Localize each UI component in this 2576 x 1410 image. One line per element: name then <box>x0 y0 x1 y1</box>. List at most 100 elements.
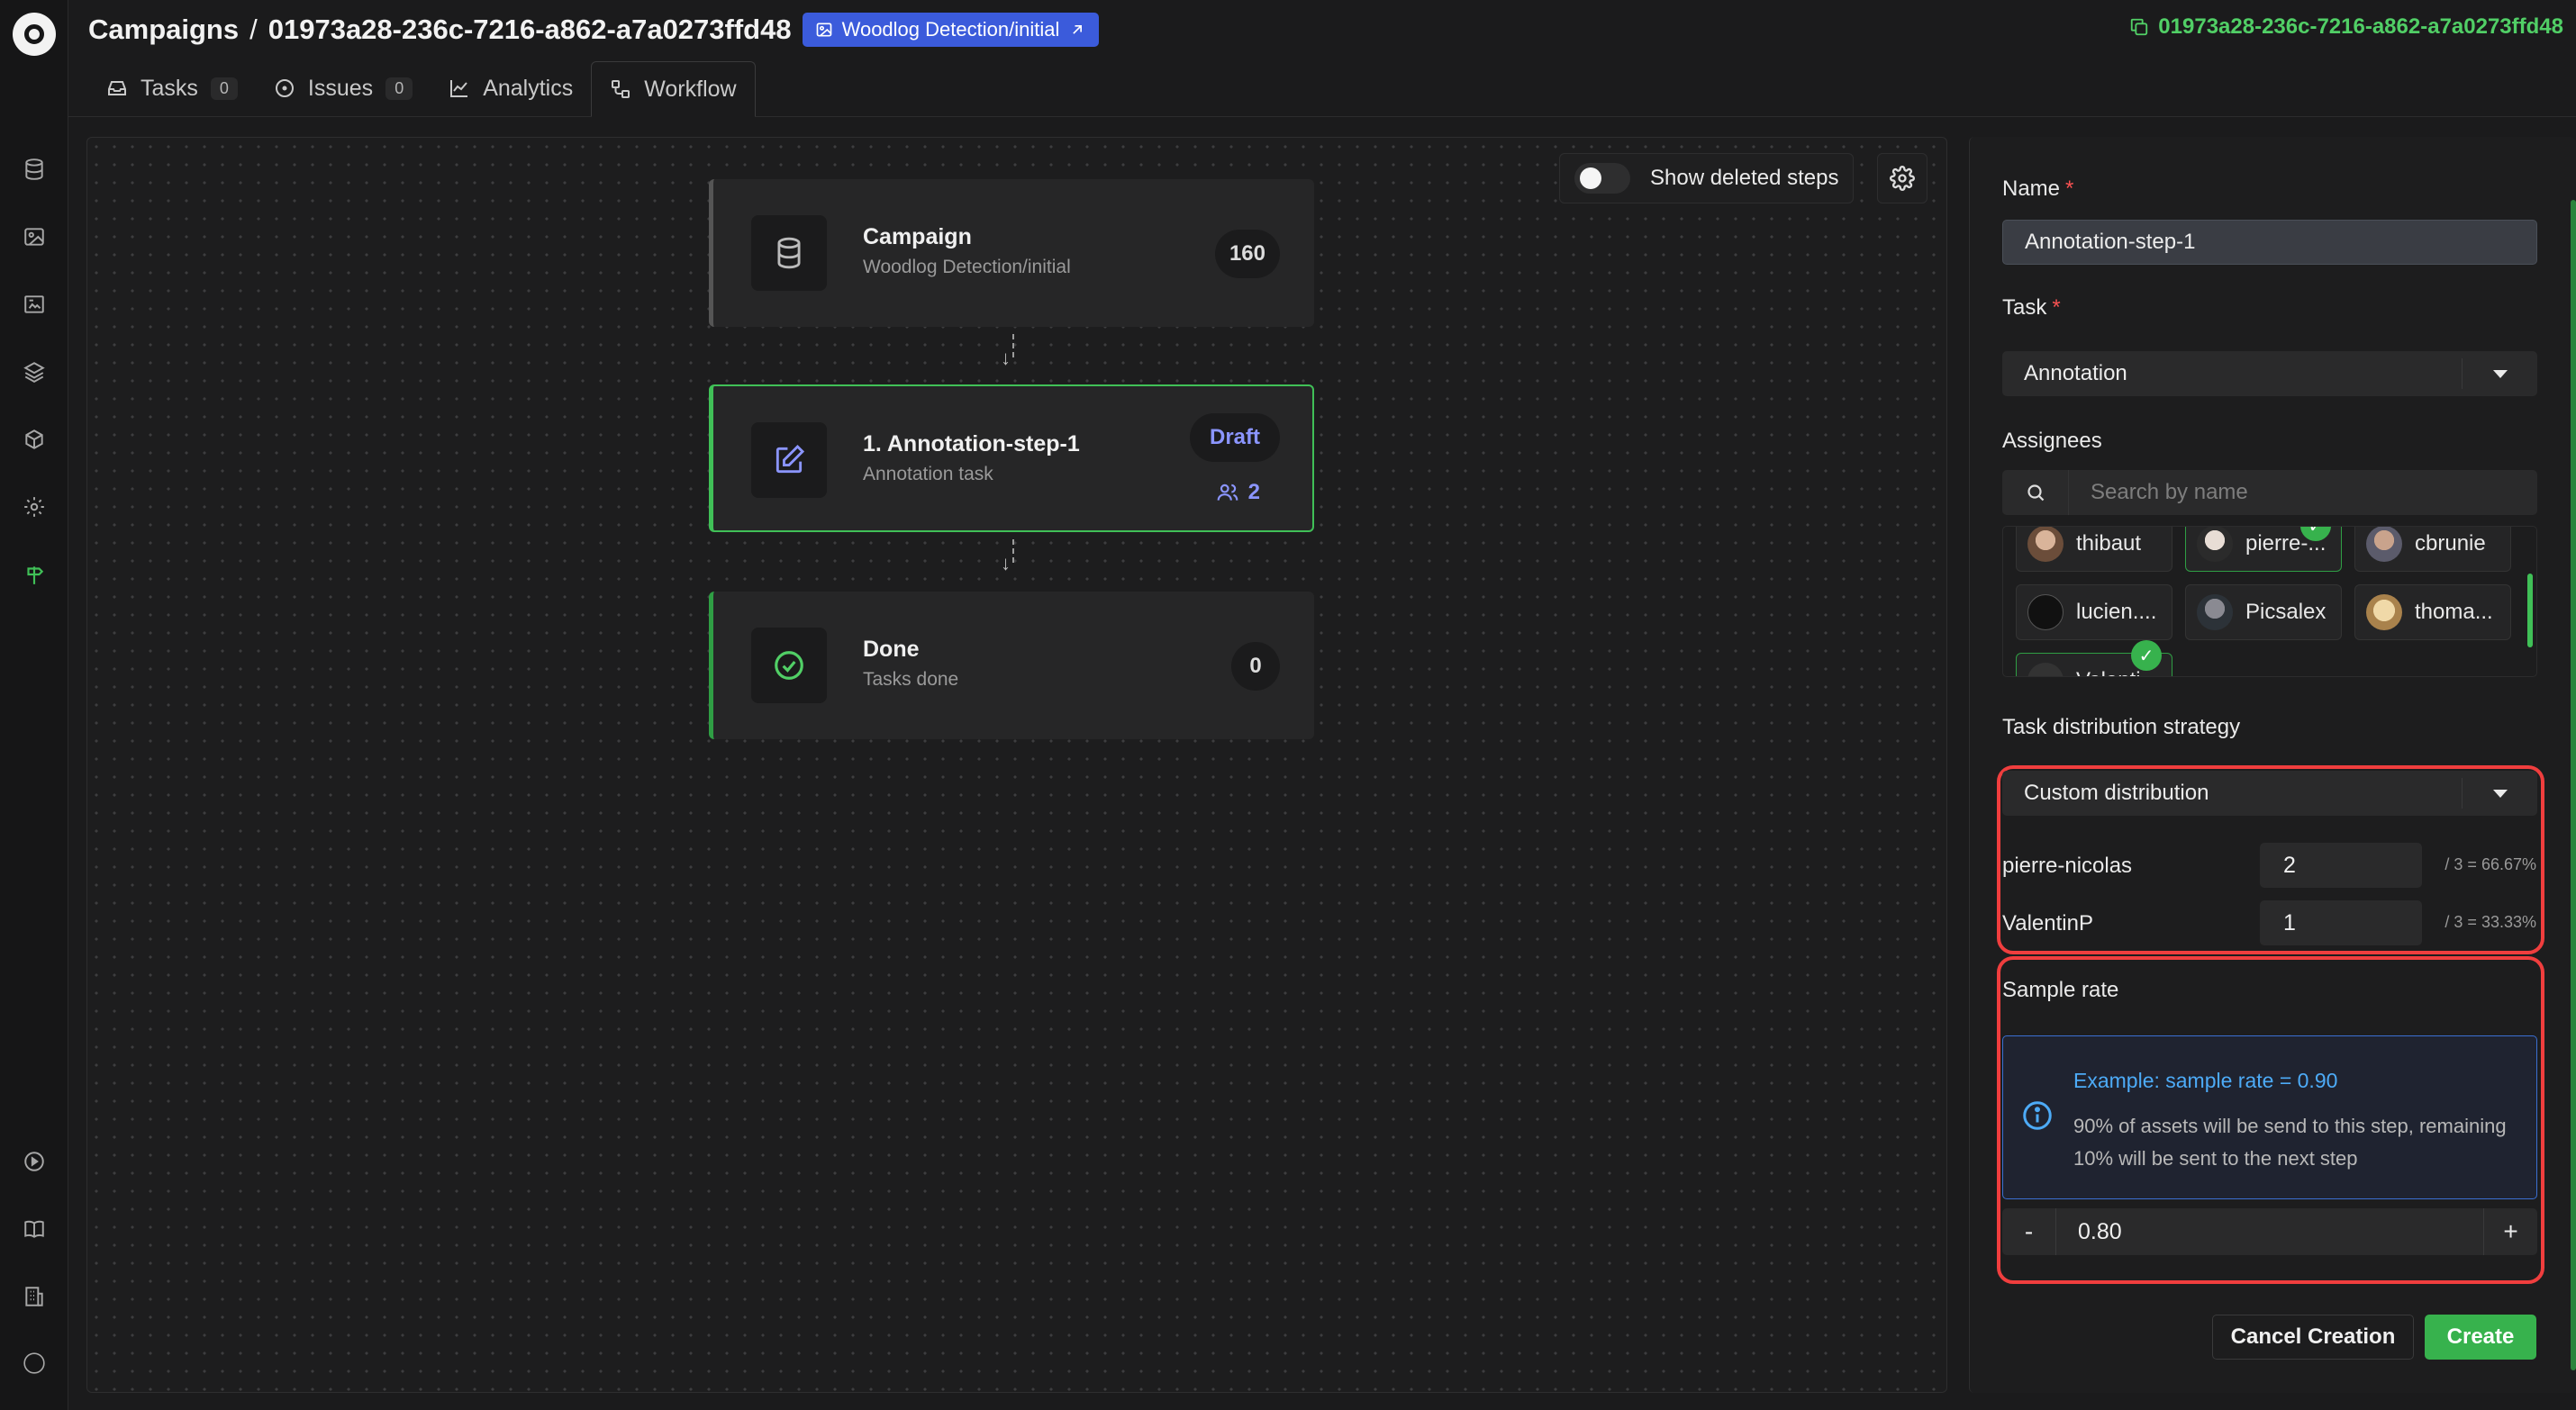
copy-icon <box>2131 18 2148 36</box>
breadcrumb-separator: / <box>249 14 258 45</box>
node-title: Campaign <box>863 224 972 249</box>
step-creation-panel: Name * Annotation-step-1 Task * Annotation… <box>1969 137 2576 1393</box>
assignee-name: Picsalex <box>2245 600 2327 624</box>
tab-count-badge: 0 <box>385 77 413 100</box>
left-nav-rail <box>0 0 68 1410</box>
tab-count-badge: 0 <box>210 77 238 100</box>
node-title: 1. Annotation-step-1 <box>863 431 1080 456</box>
building-icon[interactable] <box>20 1282 49 1311</box>
assignee-search-input[interactable]: Search by name <box>2002 470 2537 515</box>
database-icon <box>751 215 827 291</box>
assignee-chip[interactable]: cbrunie <box>2354 527 2511 572</box>
assignee-chip[interactable]: thibaut <box>2016 527 2172 572</box>
check-circle-icon <box>751 628 827 703</box>
info-text: 90% of assets will be send to this step,… <box>2073 1115 2507 1170</box>
node-subtitle: Woodlog Detection/initial <box>863 257 1071 277</box>
step-name-value: Annotation-step-1 <box>2025 230 2196 254</box>
campaign-id-text: 01973a28-236c-7216-a862-a7a0273ffd48 <box>2158 14 2563 39</box>
user-avatar-icon[interactable] <box>20 1349 49 1378</box>
arrow-down-icon: ↓ <box>1001 347 1011 369</box>
avatar <box>2197 594 2233 630</box>
distribution-strategy-select[interactable]: Custom distribution <box>2002 771 2537 816</box>
edge-connector <box>1012 539 1014 563</box>
page-title: 01973a28-236c-7216-a862-a7a0273ffd48 <box>268 14 792 45</box>
tab-issues[interactable]: Issues 0 <box>256 60 431 116</box>
assignee-chip[interactable]: thoma... <box>2354 584 2511 640</box>
dataset-frame-icon[interactable] <box>20 290 49 319</box>
workflow-node-annotation-step[interactable]: 1. Annotation-step-1 Annotation task Dra… <box>709 384 1314 532</box>
edit-square-icon <box>751 422 827 498</box>
task-type-value: Annotation <box>2024 361 2127 385</box>
avatar <box>2027 527 2064 562</box>
campaign-signpost-icon[interactable] <box>20 560 49 589</box>
step-name-input[interactable]: Annotation-step-1 <box>2002 220 2537 265</box>
dataset-link-badge[interactable]: Woodlog Detection/initial <box>802 13 1100 47</box>
layers-icon[interactable] <box>20 357 49 386</box>
distribution-strategy-value: Custom distribution <box>2024 781 2209 805</box>
distribution-row-name: pierre-nicolas <box>2002 854 2133 878</box>
sample-rate-input[interactable]: 0.80 <box>2056 1219 2122 1245</box>
image-icon <box>816 23 831 37</box>
assignee-chip[interactable]: Picsalex <box>2185 584 2342 640</box>
asset-count-badge: 160 <box>1214 230 1280 278</box>
tab-tasks[interactable]: Tasks 0 <box>88 60 256 116</box>
increment-button[interactable]: + <box>2483 1208 2537 1255</box>
assignee-name: thoma... <box>2415 600 2493 624</box>
settings-icon[interactable] <box>20 493 49 521</box>
arrow-down-icon: ↓ <box>1001 552 1011 574</box>
sample-rate-label: Sample rate <box>2002 978 2119 1002</box>
sample-rate-stepper: - 0.80 + <box>2002 1208 2537 1255</box>
tab-label: Tasks <box>141 75 198 101</box>
assignee-chip[interactable]: lucien.... <box>2016 584 2172 640</box>
chevron-down-icon <box>2462 358 2537 389</box>
distribution-weight-input[interactable]: 2 <box>2260 843 2422 888</box>
play-circle-icon[interactable] <box>20 1147 49 1176</box>
decrement-button[interactable]: - <box>2002 1208 2056 1255</box>
issue-icon <box>275 79 294 97</box>
workflow-node-done[interactable]: Done Tasks done 0 <box>709 592 1314 739</box>
copy-campaign-id[interactable]: 01973a28-236c-7216-a862-a7a0273ffd48 <box>2129 14 2563 40</box>
node-title: Done <box>863 637 920 662</box>
workflow-icon <box>612 80 630 98</box>
tab-analytics[interactable]: Analytics <box>431 60 591 116</box>
breadcrumb-campaigns[interactable]: Campaigns <box>88 14 239 46</box>
chart-line-icon <box>450 80 468 97</box>
distribution-share: / 3 = 33.33% <box>2444 913 2536 931</box>
tab-label: Workflow <box>644 76 737 102</box>
search-icon <box>2002 470 2069 515</box>
canvas-settings-button[interactable] <box>1877 153 1927 203</box>
tab-workflow[interactable]: Workflow <box>591 61 756 117</box>
task-label: Task * <box>2002 295 2061 321</box>
avatar <box>2366 594 2402 630</box>
chevron-down-icon <box>2462 778 2537 809</box>
cancel-creation-button[interactable]: Cancel Creation <box>2212 1315 2414 1360</box>
workflow-canvas[interactable]: Campaign Woodlog Detection/initial 160 ↓… <box>86 137 1947 1393</box>
tab-bar: Tasks 0 Issues 0 Analytics Workflow <box>68 61 2576 117</box>
avatar <box>2197 527 2233 562</box>
database-icon[interactable] <box>20 155 49 184</box>
node-subtitle: Tasks done <box>863 669 959 690</box>
image-icon[interactable] <box>20 222 49 251</box>
book-icon[interactable] <box>20 1215 49 1243</box>
model-cube-icon[interactable] <box>20 425 49 454</box>
gear-icon <box>1890 166 1915 191</box>
page-header: Campaigns / 01973a28-236c-7216-a862-a7a0… <box>68 0 2576 59</box>
assignee-name: thibaut <box>2076 531 2142 556</box>
assignee-name: lucien.... <box>2076 600 2157 624</box>
panel-scrollbar[interactable] <box>2571 200 2576 1370</box>
info-title: Example: sample rate = 0.90 <box>2073 1069 2338 1092</box>
create-button[interactable]: Create <box>2425 1315 2536 1360</box>
selected-check-icon: ✓ <box>2131 640 2162 671</box>
show-deleted-label: Show deleted steps <box>1650 166 1839 190</box>
external-arrow-icon <box>1073 25 1083 34</box>
task-type-select[interactable]: Annotation <box>2002 351 2537 396</box>
workflow-node-campaign[interactable]: Campaign Woodlog Detection/initial 160 <box>709 179 1314 327</box>
status-badge: Draft <box>1189 413 1280 462</box>
app-logo[interactable] <box>13 13 56 56</box>
edge-connector <box>1012 334 1014 357</box>
assignee-grid-scrollbar[interactable] <box>2527 574 2533 647</box>
distribution-weight-input[interactable]: 1 <box>2260 900 2422 945</box>
tab-label: Issues <box>307 75 374 101</box>
avatar <box>2027 663 2064 676</box>
show-deleted-toggle[interactable] <box>1574 163 1630 194</box>
